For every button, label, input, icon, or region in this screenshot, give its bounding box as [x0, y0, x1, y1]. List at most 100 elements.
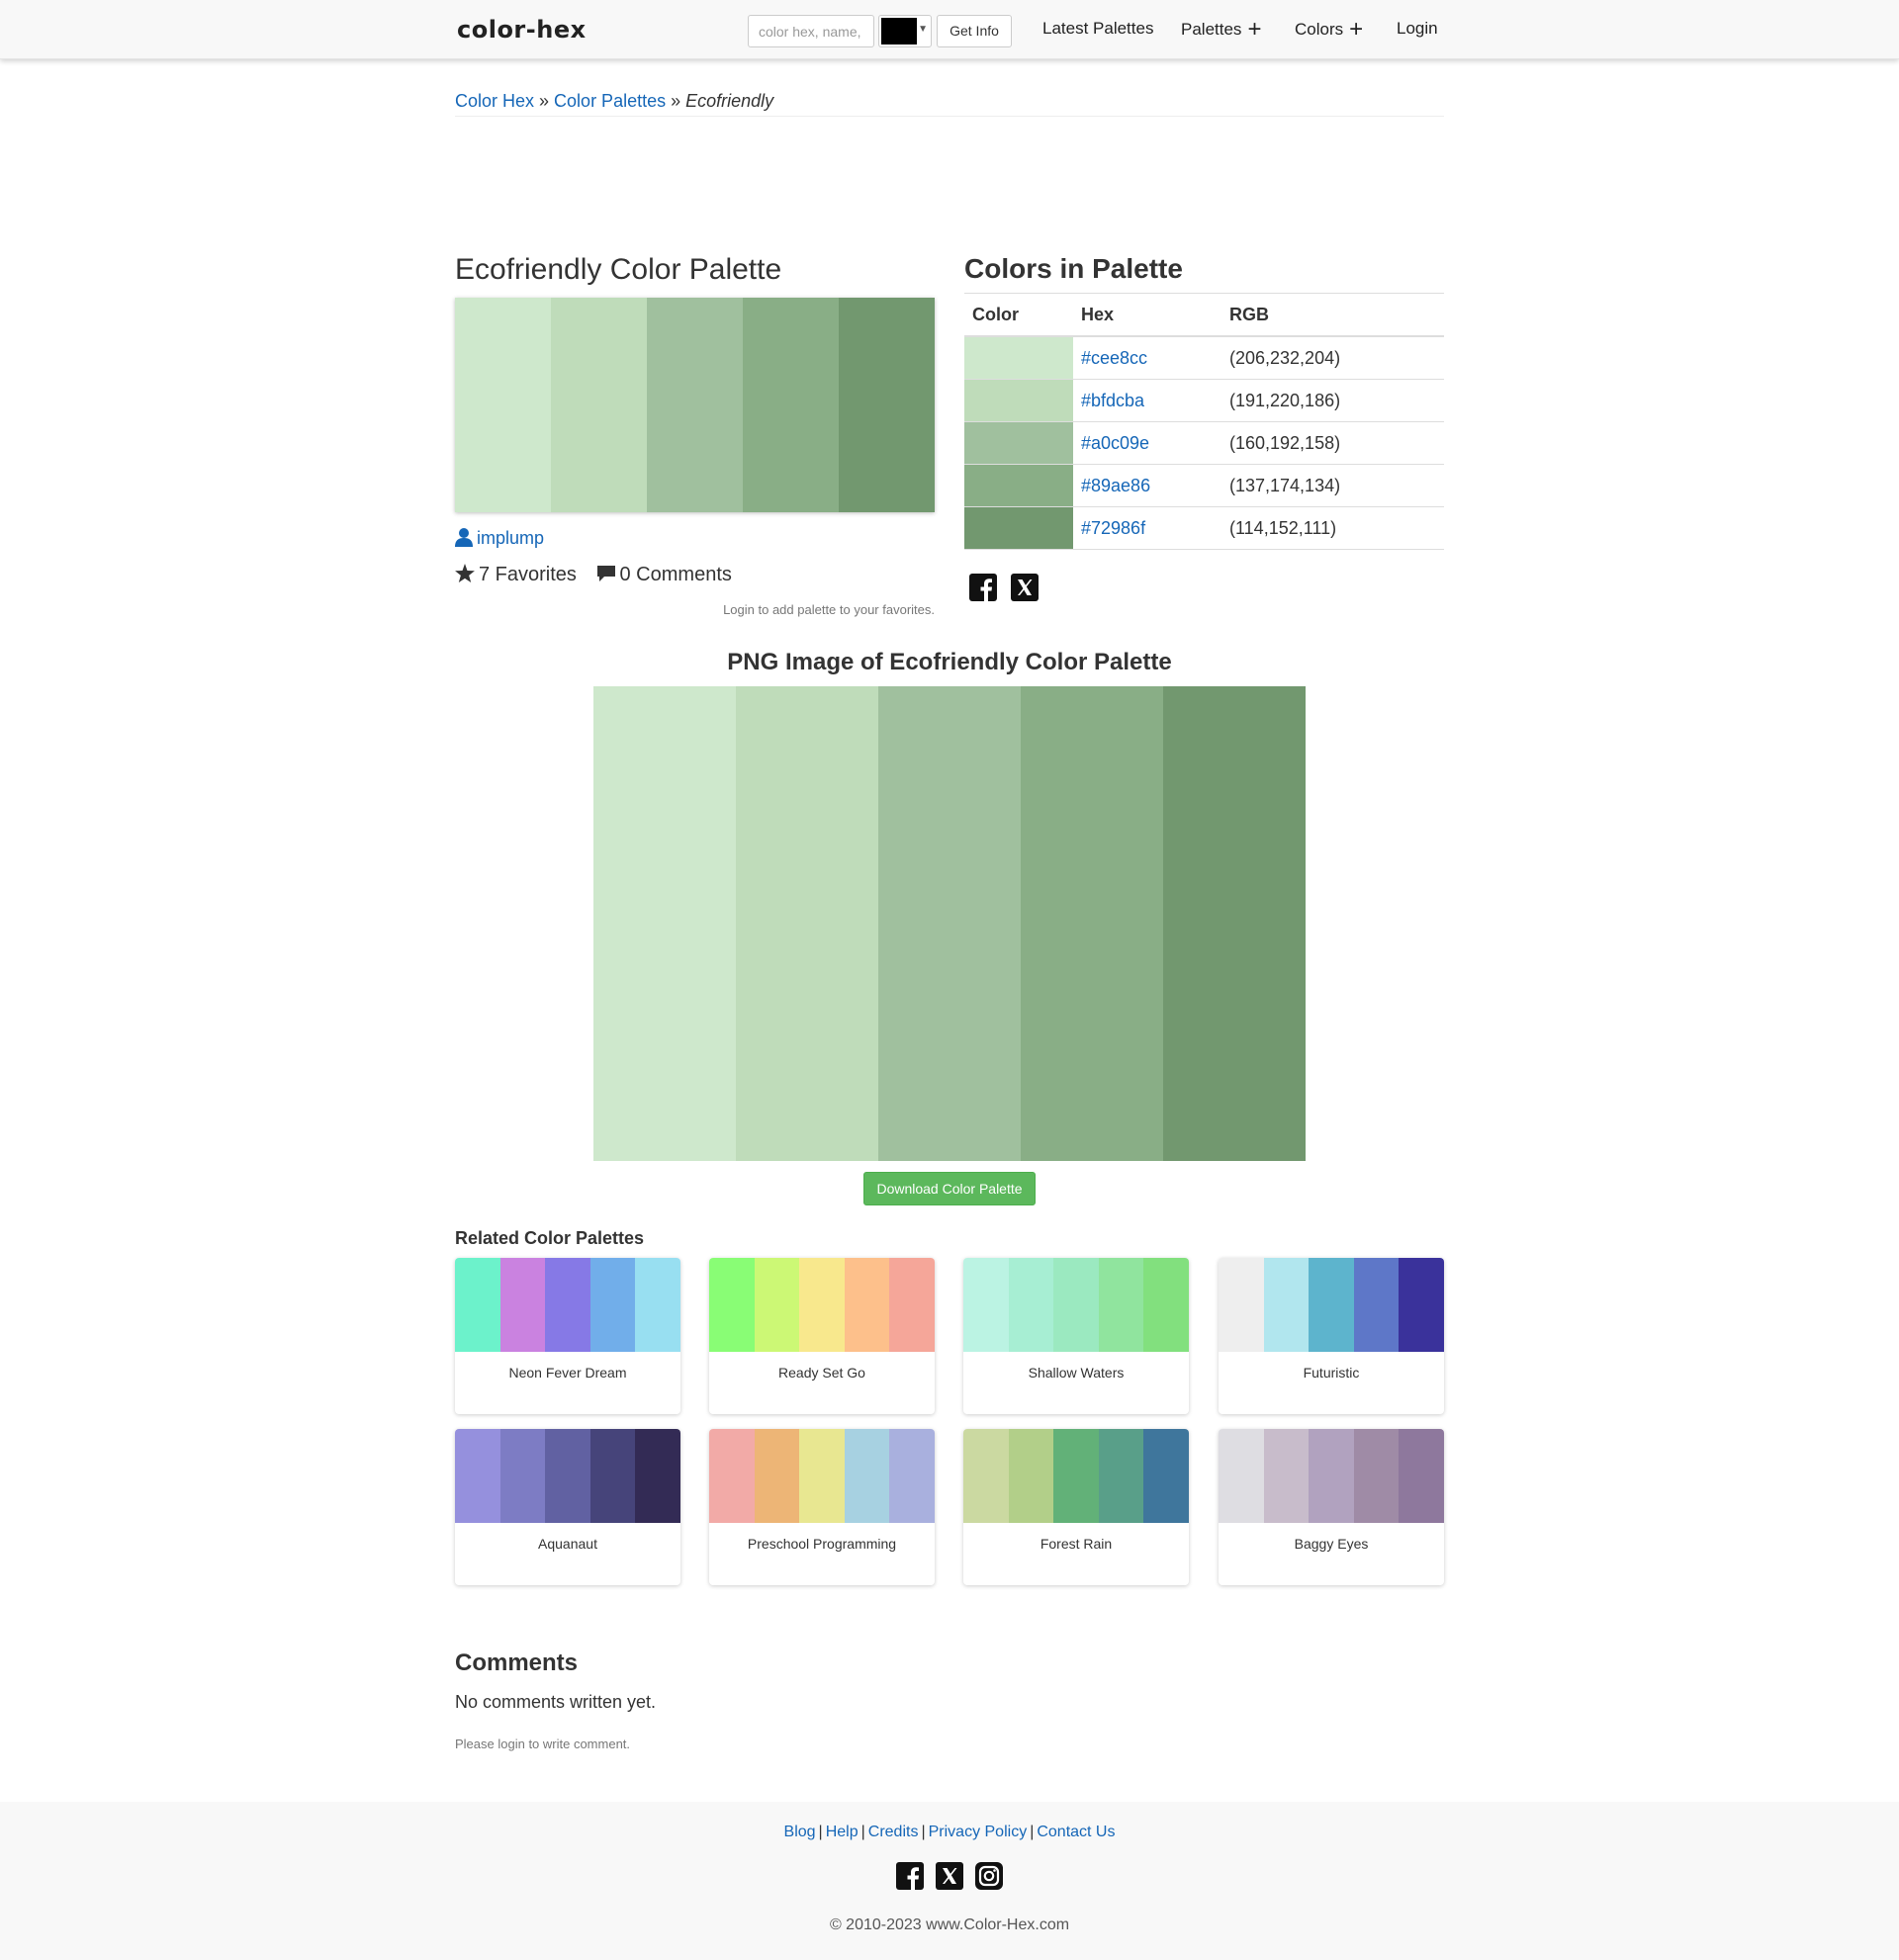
hex-link[interactable]: #cee8cc [1081, 348, 1147, 368]
related-palette-swatch [1053, 1258, 1099, 1352]
related-palette-swatch [889, 1429, 935, 1523]
breadcrumb: Color Hex» Color Palettes» Ecofriendly [455, 91, 1444, 117]
comment-icon [596, 566, 615, 581]
related-palette-swatch [589, 1429, 636, 1523]
hex-link[interactable]: #89ae86 [1081, 476, 1150, 495]
table-header-row: Color Hex RGB [964, 295, 1444, 337]
related-palette-swatch [589, 1258, 636, 1352]
facebook-icon[interactable] [969, 574, 997, 601]
related-palette-name: Ready Set Go [778, 1365, 865, 1381]
related-palette-swatch [1143, 1258, 1189, 1352]
footer-link-privacy[interactable]: Privacy Policy [929, 1824, 1028, 1840]
related-palette-swatch [799, 1258, 845, 1352]
color-swatch [964, 422, 1073, 464]
table-row: #a0c09e (160,192,158) [964, 421, 1444, 465]
related-palette-swatch [1309, 1258, 1354, 1352]
related-palettes-title: Related Color Palettes [455, 1228, 645, 1248]
x-icon[interactable] [936, 1862, 963, 1890]
login-to-favorite-note: Login to add palette to your favorites. [723, 602, 935, 617]
nav-palettes[interactable]: Palettes + [1181, 18, 1261, 42]
related-palette-swatch [455, 1258, 500, 1352]
nav-palettes-label: Palettes [1181, 20, 1242, 39]
palette-png-swatch [593, 686, 736, 1161]
related-palette-swatch [1353, 1258, 1400, 1352]
instagram-icon[interactable] [975, 1862, 1003, 1890]
related-palette-card[interactable]: Shallow Waters [963, 1258, 1189, 1414]
site-logo[interactable]: color-hex [457, 16, 587, 44]
get-info-button[interactable]: Get Info [937, 15, 1012, 47]
related-palette-card[interactable]: Neon Fever Dream [455, 1258, 680, 1414]
related-palette-swatch [1143, 1429, 1189, 1523]
related-palette-swatch [1353, 1429, 1400, 1523]
search-input[interactable] [748, 15, 874, 47]
color-swatch-cell [964, 336, 1073, 380]
login-to-comment-note: Please login to write comment. [455, 1737, 631, 1751]
author: implump [455, 527, 544, 549]
comments-title: Comments [455, 1649, 579, 1676]
footer-link-blog[interactable]: Blog [784, 1824, 816, 1840]
author-link[interactable]: implump [477, 528, 544, 548]
related-palette-strip [963, 1258, 1189, 1352]
related-palette-swatch [844, 1429, 890, 1523]
breadcrumb-section[interactable]: Color Palettes [554, 91, 666, 111]
footer-social [896, 1862, 1003, 1890]
breadcrumb-home[interactable]: Color Hex [455, 91, 534, 111]
related-palette-swatch [1263, 1258, 1310, 1352]
nav-colors[interactable]: Colors + [1295, 18, 1363, 42]
palette-preview-swatch [647, 298, 743, 512]
color-picker[interactable]: ▼ [878, 15, 932, 47]
related-palette-card[interactable]: Forest Rain [963, 1429, 1189, 1585]
column-header-hex: Hex [1073, 295, 1221, 337]
color-swatch-cell [964, 421, 1073, 465]
palette-preview-swatch [455, 298, 551, 512]
related-palette-card[interactable]: Futuristic [1219, 1258, 1444, 1414]
rgb-cell: (191,220,186) [1221, 379, 1444, 422]
palette-png-image [593, 686, 1306, 1161]
hex-cell: #bfdcba [1073, 379, 1221, 422]
footer-link-help[interactable]: Help [826, 1824, 859, 1840]
footer-link-contact[interactable]: Contact Us [1037, 1824, 1115, 1840]
rgb-cell: (114,152,111) [1221, 506, 1444, 550]
color-swatch-cell [964, 506, 1073, 550]
nav-login[interactable]: Login [1397, 19, 1438, 39]
facebook-icon[interactable] [896, 1862, 924, 1890]
related-palette-card[interactable]: Ready Set Go [709, 1258, 935, 1414]
related-palette-name: Preschool Programming [747, 1536, 897, 1552]
palette-preview-swatch [839, 298, 935, 512]
rgb-cell: (137,174,134) [1221, 464, 1444, 507]
download-palette-button[interactable]: Download Color Palette [863, 1172, 1036, 1205]
hex-link[interactable]: #bfdcba [1081, 391, 1144, 410]
favorites-count: 7 Favorites [479, 564, 577, 585]
related-palette-swatch [1399, 1258, 1444, 1352]
breadcrumb-separator: » [671, 91, 681, 111]
footer-link-credits[interactable]: Credits [868, 1824, 919, 1840]
palette-stats: 7 Favorites 0 Comments [455, 564, 746, 586]
related-palette-swatch [709, 1258, 755, 1352]
comments-stat: 0 Comments [596, 564, 732, 585]
related-palette-card[interactable]: Baggy Eyes [1219, 1429, 1444, 1585]
related-palette-swatch [499, 1429, 546, 1523]
hex-cell: #cee8cc [1073, 336, 1221, 380]
related-palette-swatch [635, 1258, 680, 1352]
nav-latest-palettes[interactable]: Latest Palettes [1042, 19, 1153, 39]
breadcrumb-separator: » [539, 91, 550, 111]
color-swatch [964, 380, 1073, 421]
related-palette-swatch [754, 1429, 800, 1523]
rgb-cell: (160,192,158) [1221, 421, 1444, 465]
page-title: Ecofriendly Color Palette [455, 253, 782, 286]
related-palette-swatch [963, 1258, 1009, 1352]
related-palette-swatch [1309, 1429, 1354, 1523]
png-image-title: PNG Image of Ecofriendly Color Palette [727, 649, 1172, 675]
footer-links: Blog | Help | Credits | Privacy Policy | Contact… [783, 1824, 1116, 1840]
related-palette-card[interactable]: Preschool Programming [709, 1429, 935, 1585]
table-row: #72986f (114,152,111) [964, 506, 1444, 550]
palette-preview-swatch [743, 298, 839, 512]
related-palette-swatch [499, 1258, 546, 1352]
x-icon[interactable] [1011, 574, 1039, 601]
related-palette-card[interactable]: Aquanaut [455, 1429, 680, 1585]
hex-link[interactable]: #a0c09e [1081, 433, 1149, 453]
palette-png-swatch [1021, 686, 1163, 1161]
breadcrumb-current: Ecofriendly [685, 91, 774, 111]
color-swatch-cell [964, 379, 1073, 422]
hex-link[interactable]: #72986f [1081, 518, 1145, 538]
